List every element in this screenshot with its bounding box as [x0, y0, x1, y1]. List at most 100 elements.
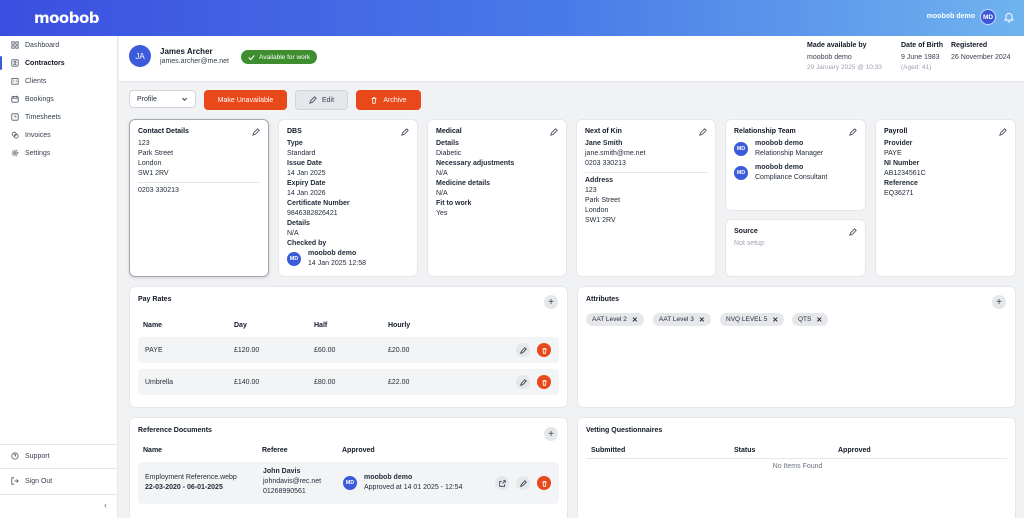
sidebar-item-label: Contractors	[25, 59, 65, 67]
referee-name: John Davis	[263, 468, 301, 475]
field-label: Checked by	[287, 240, 327, 247]
field-value: EQ36271	[884, 190, 914, 197]
pencil-icon	[309, 96, 317, 104]
address-line: SW1 2RV	[585, 217, 616, 224]
table-row: Employment Reference.webp 22-03-2020 - 0…	[138, 462, 559, 504]
user-avatar[interactable]: MD	[980, 9, 996, 25]
sidebar-item-label: Dashboard	[25, 41, 60, 49]
sidebar-item-sign-out[interactable]: Sign Out	[0, 472, 118, 490]
field-value: N/A	[436, 170, 448, 177]
sidebar-item-clients[interactable]: Clients	[0, 72, 118, 90]
document-dates: 22-03-2020 - 06-01-2025	[145, 484, 223, 491]
pay-rate-hourly: £22.00	[388, 379, 410, 386]
card-title: Contact Details	[138, 128, 189, 135]
add-pay-rate-button[interactable]: +	[544, 295, 558, 309]
archive-button[interactable]: Archive	[356, 90, 421, 110]
pencil-icon[interactable]	[401, 128, 409, 136]
edit-row-button[interactable]	[516, 476, 530, 490]
pay-rate-half: £80.00	[314, 379, 336, 386]
pencil-icon[interactable]	[849, 128, 857, 136]
add-attribute-button[interactable]: +	[992, 295, 1006, 309]
contractor-email: james.archer@me.net	[160, 58, 229, 65]
gear-icon	[11, 149, 19, 157]
sidebar-item-support[interactable]: Support	[0, 447, 118, 465]
user-menu-name[interactable]: moobob demo	[927, 13, 975, 20]
app-logo[interactable]: moobob	[34, 9, 100, 27]
open-document-button[interactable]	[495, 476, 509, 490]
approved-at: Approved at 14 01 2025 - 12:54	[364, 484, 463, 491]
top-bar: moobob moobob demo MD	[0, 0, 1024, 36]
sidebar-item-timesheets[interactable]: Timesheets	[0, 108, 118, 126]
pencil-icon[interactable]	[849, 228, 857, 236]
field-label: Details	[436, 140, 459, 147]
column-header: Name	[143, 447, 163, 454]
sidebar-item-label: Bookings	[25, 95, 54, 103]
team-member-role: Compliance Consultant	[755, 174, 828, 181]
sidebar: Dashboard Contractors Clients Bookings T…	[0, 36, 118, 518]
column-header: Approved	[838, 447, 871, 454]
pay-rate-day: £140.00	[234, 379, 260, 386]
sidebar-item-invoices[interactable]: Invoices	[0, 126, 118, 144]
pencil-icon[interactable]	[550, 128, 558, 136]
coins-icon	[11, 131, 19, 139]
field-label: Type	[287, 140, 303, 147]
sidebar-item-contractors[interactable]: Contractors	[0, 54, 118, 72]
attribute-chip[interactable]: AAT Level 3 ✕	[653, 313, 711, 326]
relationship-team-card: Relationship Team MD moobob demo Relatio…	[725, 119, 866, 211]
address-line: Park Street	[585, 197, 621, 204]
card-title: Medical	[436, 128, 462, 135]
collapse-sidebar-button[interactable]: ‹	[104, 500, 107, 510]
pencil-icon	[519, 378, 527, 386]
delete-row-button[interactable]	[537, 476, 551, 490]
divider	[586, 458, 1007, 459]
pay-rate-day: £120.00	[234, 347, 260, 354]
pay-rates-card: Pay Rates + Name Day Half Hourly PAYE £1…	[129, 286, 568, 408]
card-title: DBS	[287, 128, 302, 135]
pencil-icon[interactable]	[699, 128, 707, 136]
attributes-card: Attributes + AAT Level 2 ✕ AAT Level 3 ✕ N…	[577, 286, 1016, 408]
bell-icon[interactable]	[1003, 11, 1015, 23]
delete-row-button[interactable]	[537, 375, 551, 389]
sidebar-item-bookings[interactable]: Bookings	[0, 90, 118, 108]
grid-icon	[11, 41, 19, 49]
team-member-name: moobob demo	[755, 164, 804, 171]
team-member-name: moobob demo	[755, 140, 804, 147]
external-link-icon	[498, 479, 506, 487]
document-name[interactable]: Employment Reference.webp	[145, 474, 237, 481]
edit-button[interactable]: Edit	[295, 90, 348, 110]
remove-chip-icon[interactable]: ✕	[699, 316, 705, 324]
age-value: (Aged: 41)	[901, 64, 932, 71]
dbs-card: DBS Type Standard Issue Date 14 Jan 2025…	[278, 119, 418, 277]
card-title: Payroll	[884, 128, 908, 135]
avatar: MD	[343, 476, 357, 490]
attribute-chip[interactable]: QTS ✕	[792, 313, 829, 326]
remove-chip-icon[interactable]: ✕	[772, 316, 778, 324]
kin-phone: 0203 330213	[585, 160, 626, 167]
remove-chip-icon[interactable]: ✕	[816, 316, 822, 324]
column-header: Name	[143, 322, 163, 329]
view-select[interactable]: Profile	[129, 90, 196, 108]
attribute-chip[interactable]: AAT Level 2 ✕	[586, 313, 644, 326]
field-label: Certificate Number	[287, 200, 350, 207]
address-line: SW1 2RV	[138, 170, 169, 177]
sidebar-item-dashboard[interactable]: Dashboard	[0, 36, 118, 54]
chip-label: QTS	[798, 316, 812, 323]
check-icon	[248, 54, 255, 60]
card-title: Vetting Questionnaires	[586, 427, 663, 434]
pencil-icon[interactable]	[999, 128, 1007, 136]
sidebar-item-settings[interactable]: Settings	[0, 144, 118, 162]
contact-details-card[interactable]: Contact Details 123 Park Street London S…	[129, 119, 269, 277]
make-unavailable-label: Make Unavailable	[217, 96, 274, 104]
make-unavailable-button[interactable]: Make Unavailable	[204, 90, 287, 110]
remove-chip-icon[interactable]: ✕	[632, 316, 638, 324]
attribute-chip[interactable]: NVQ LEVEL 5 ✕	[720, 313, 785, 326]
add-reference-button[interactable]: +	[544, 427, 558, 441]
pay-rate-name: Umbrella	[145, 379, 174, 386]
delete-row-button[interactable]	[537, 343, 551, 357]
sidebar-divider	[0, 444, 118, 445]
edit-row-button[interactable]	[516, 375, 530, 389]
edit-row-button[interactable]	[516, 343, 530, 357]
pencil-icon[interactable]	[252, 128, 260, 136]
empty-state: No Items Found	[772, 463, 823, 470]
trash-icon	[541, 347, 547, 354]
